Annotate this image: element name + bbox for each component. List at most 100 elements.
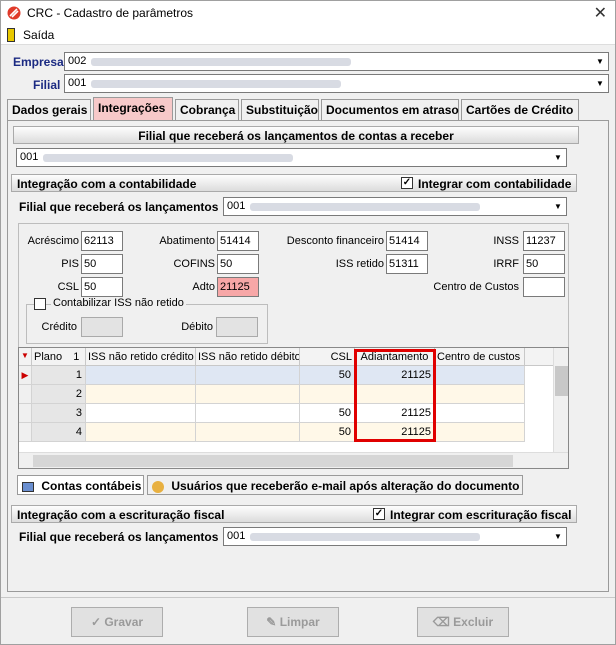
accounting-branch-value: 001 [227,200,246,212]
empresa-label: Empresa [13,55,64,69]
save-button[interactable]: ✓ Gravar [71,607,163,637]
empresa-combo[interactable]: 002 ▼ [64,52,609,71]
receivable-title: Filial que receberá os lançamentos de co… [138,129,454,143]
cell-iss-credito[interactable] [86,366,196,385]
fiscal-branch-combo[interactable]: 001 ▼ [223,527,567,546]
footer-divider [1,597,615,598]
cell-iss-debito[interactable] [196,404,300,423]
col-iss-debito[interactable]: ISS não retido débito [196,348,300,366]
fiscal-checkbox[interactable]: ✓ [373,508,385,520]
chevron-down-icon[interactable]: ▼ [550,528,566,545]
col-iss-credito[interactable]: ISS não retido crédito [86,348,196,366]
accounting-checkbox[interactable]: ✓ [401,177,413,189]
tab-dados-gerais[interactable]: Dados gerais [7,99,91,120]
desconto-field[interactable]: 51414 [386,231,428,251]
cell-iss-credito[interactable] [86,404,196,423]
cell-iss-debito[interactable] [196,366,300,385]
cell-csl[interactable]: 50 [300,404,355,423]
adto-label: Adto [192,281,215,293]
accounting-header: Integração com a contabilidade ✓ Integra… [11,174,577,192]
tab-documentos-atraso[interactable]: Documentos em atraso [321,99,459,120]
adto-field[interactable]: 21125 [217,277,259,297]
check-icon: ✓ [90,615,105,629]
delete-label: Excluir [453,615,494,629]
cell-iss-credito[interactable] [86,385,196,404]
horizontal-scrollbar[interactable] [19,452,568,468]
iss-retido-label: ISS retido [335,258,384,270]
save-label: Gravar [104,615,144,629]
receivable-combo[interactable]: 001 ▼ [16,148,567,167]
acrescimo-field[interactable]: 62113 [81,231,123,251]
cell-plano[interactable]: 1 [32,366,86,385]
cell-csl[interactable] [300,385,355,404]
menu-exit[interactable]: Saída [23,28,54,42]
tab-cobranca[interactable]: Cobrança [175,99,239,120]
credito-field[interactable] [81,317,123,337]
tab-contas-contabeis[interactable]: Contas contábeis [17,475,144,495]
window-title: CRC - Cadastro de parâmetros [27,6,194,20]
menu-bar: Saída [1,25,615,45]
receivable-header: Filial que receberá os lançamentos de co… [13,126,579,144]
filial-value: 001 [68,77,87,89]
close-icon[interactable]: ✕ [594,3,607,23]
accounting-branch-combo[interactable]: 001 ▼ [223,197,567,216]
sort-order-indicator: 1 [73,351,80,363]
h-scrollbar-thumb[interactable] [33,455,513,467]
row-indicator [19,404,32,423]
inss-field[interactable]: 11237 [523,231,565,251]
fiscal-branch-label: Filial que receberá os lançamentos [19,530,219,544]
cell-plano[interactable]: 3 [32,404,86,423]
broom-icon: ✎ [266,615,280,629]
cell-plano[interactable]: 2 [32,385,86,404]
sort-icon: ▼ [19,348,32,366]
csl-label: CSL [57,281,79,293]
chevron-down-icon[interactable]: ▼ [592,75,608,92]
redacted-text [250,203,480,211]
credito-label: Crédito [41,321,77,333]
cell-centro[interactable] [435,366,525,385]
abatimento-field[interactable]: 51414 [217,231,259,251]
tab-cartoes-credito[interactable]: Cartões de Crédito [461,99,579,120]
inss-label: INSS [493,235,519,247]
redacted-text [250,533,480,541]
tab-substituicao[interactable]: Substituição [241,99,319,120]
chevron-down-icon[interactable]: ▼ [550,149,566,166]
filial-combo[interactable]: 001 ▼ [64,74,609,93]
adiantamento-highlight [354,349,436,442]
cell-iss-credito[interactable] [86,423,196,442]
col-plano[interactable]: Plano 1 [32,348,86,366]
tab-integracoes[interactable]: Integrações [93,97,173,120]
centro-custos-field[interactable] [523,277,565,297]
acrescimo-label: Acréscimo [27,235,79,247]
tab-contas-contabeis-label: Contas contábeis [41,479,142,493]
tab-usuarios-email[interactable]: Usuários que receberão e-mail após alter… [147,475,523,495]
fiscal-branch-value: 001 [227,530,246,542]
delete-button[interactable]: ⌫ Excluir [417,607,509,637]
col-centro-custos[interactable]: Centro de custos [435,348,525,366]
row-indicator [19,385,32,404]
clear-button[interactable]: ✎ Limpar [247,607,339,637]
iss-retido-field[interactable]: 51311 [386,254,428,274]
debito-field[interactable] [216,317,258,337]
chevron-down-icon[interactable]: ▼ [550,198,566,215]
cell-centro[interactable] [435,404,525,423]
clear-label: Limpar [279,615,320,629]
scrollbar-thumb[interactable] [555,366,568,396]
col-csl[interactable]: CSL [300,348,355,366]
cell-centro[interactable] [435,423,525,442]
pis-field[interactable]: 50 [81,254,123,274]
cell-plano[interactable]: 4 [32,423,86,442]
cell-csl[interactable]: 50 [300,423,355,442]
cell-csl[interactable]: 50 [300,366,355,385]
col-plano-label: Plano [34,351,63,363]
vertical-scrollbar[interactable] [553,348,568,452]
chevron-down-icon[interactable]: ▼ [592,53,608,70]
iss-checkbox[interactable] [34,298,46,310]
cell-iss-debito[interactable] [196,385,300,404]
csl-field[interactable]: 50 [81,277,123,297]
cell-centro[interactable] [435,385,525,404]
irrf-field[interactable]: 50 [523,254,565,274]
cofins-field[interactable]: 50 [217,254,259,274]
filial-label: Filial [33,78,61,92]
cell-iss-debito[interactable] [196,423,300,442]
